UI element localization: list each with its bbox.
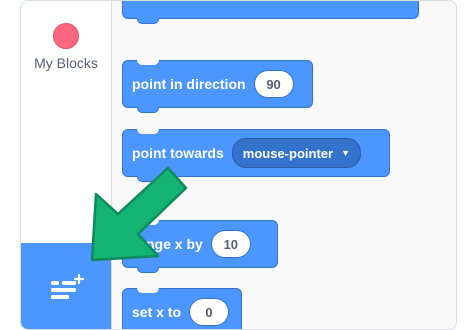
motion-block-partial[interactable] xyxy=(122,1,419,24)
block-label: point towards xyxy=(132,145,224,161)
direction-input[interactable]: 90 xyxy=(253,70,294,98)
block-label: set x to xyxy=(132,304,182,320)
category-my-blocks[interactable]: My Blocks xyxy=(21,21,111,71)
target-dropdown[interactable]: mouse-pointer ▼ xyxy=(231,138,361,168)
pointer-arrow-icon xyxy=(90,166,188,262)
set-x-to-block[interactable]: set x to 0 xyxy=(122,288,242,329)
category-label: My Blocks xyxy=(34,55,98,71)
add-extension-icon xyxy=(51,273,85,299)
block-label: point in direction xyxy=(132,76,246,92)
point-in-direction-block[interactable]: point in direction 90 xyxy=(122,60,313,113)
my-blocks-category-circle-icon xyxy=(53,23,79,49)
dropdown-value: mouse-pointer xyxy=(242,145,334,161)
change-x-input[interactable]: 10 xyxy=(210,230,251,258)
set-x-input[interactable]: 0 xyxy=(189,298,230,326)
chevron-down-icon: ▼ xyxy=(341,148,350,158)
